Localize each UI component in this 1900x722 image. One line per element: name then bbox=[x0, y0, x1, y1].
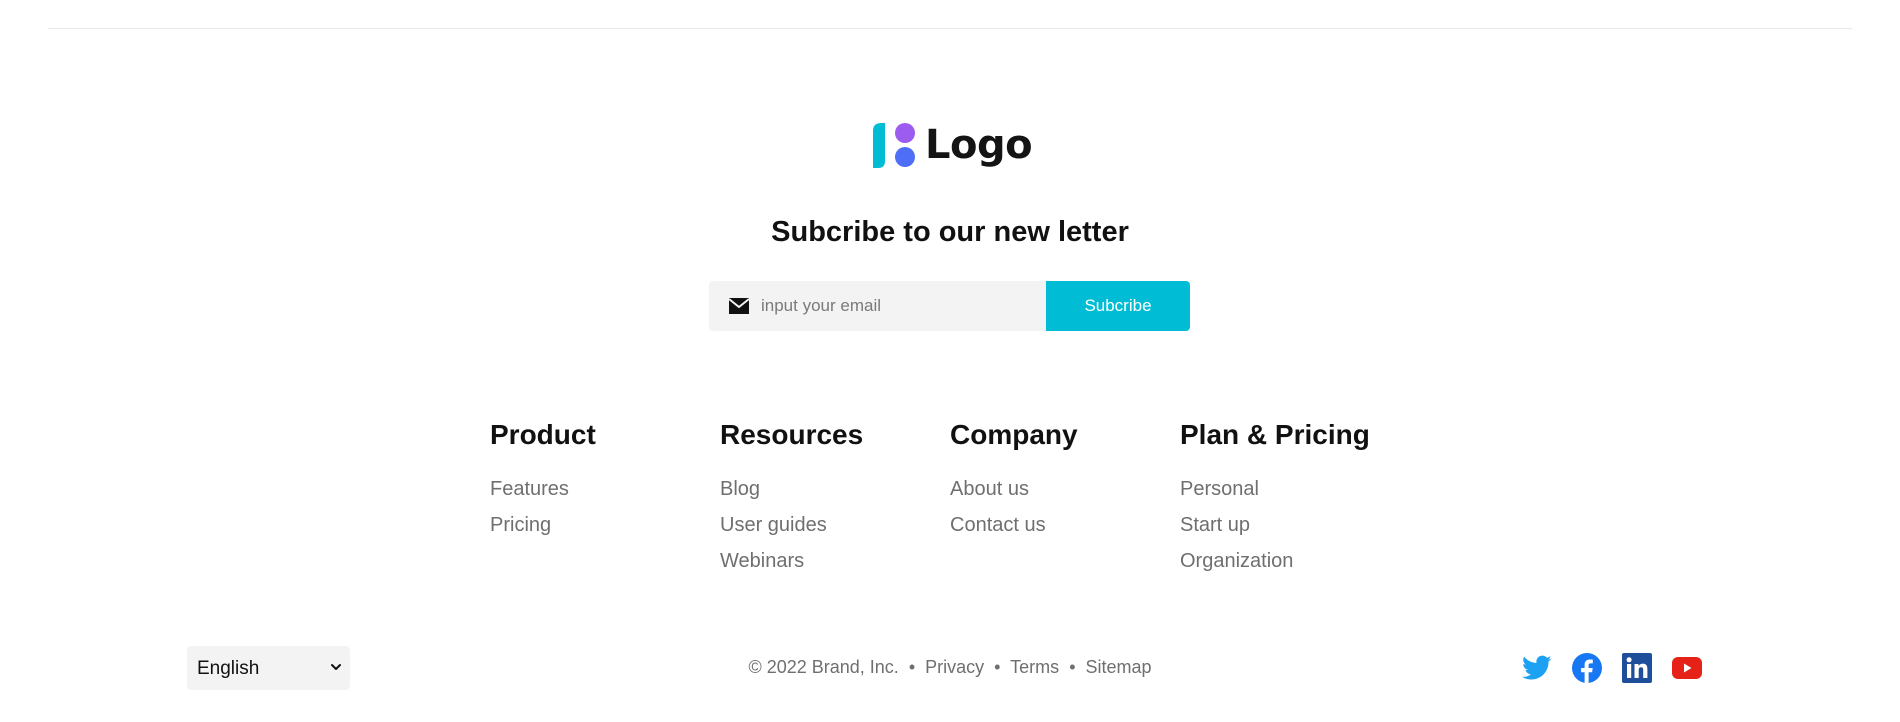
column-plan-pricing: Plan & Pricing Personal Start up Organiz… bbox=[1180, 417, 1410, 579]
column-company: Company About us Contact us bbox=[950, 417, 1180, 579]
copyright-text: © 2022 Brand, Inc. bbox=[748, 657, 899, 677]
footer-link-columns: Product Features Pricing Resources Blog … bbox=[490, 417, 1410, 579]
top-divider bbox=[48, 28, 1852, 29]
column-heading: Product bbox=[490, 419, 596, 450]
sitemap-link[interactable]: Sitemap bbox=[1086, 657, 1152, 677]
footer-link-user-guides[interactable]: User guides bbox=[720, 507, 950, 543]
separator: • bbox=[1069, 657, 1076, 677]
separator: • bbox=[908, 657, 916, 677]
privacy-link[interactable]: Privacy bbox=[925, 657, 984, 677]
footer-link-start-up[interactable]: Start up bbox=[1180, 507, 1410, 543]
column-heading: Plan & Pricing bbox=[1180, 419, 1370, 450]
subscribe-form: Subcribe bbox=[709, 281, 1190, 331]
linkedin-icon[interactable] bbox=[1622, 653, 1652, 683]
logo-mark-icon bbox=[873, 123, 915, 168]
twitter-icon[interactable] bbox=[1522, 653, 1552, 683]
column-resources: Resources Blog User guides Webinars bbox=[720, 417, 950, 579]
facebook-icon[interactable] bbox=[1572, 653, 1602, 683]
footer-link-blog[interactable]: Blog bbox=[720, 471, 950, 507]
email-input[interactable] bbox=[761, 296, 1021, 316]
youtube-icon[interactable] bbox=[1672, 653, 1702, 683]
footer-link-webinars[interactable]: Webinars bbox=[720, 543, 950, 579]
subscribe-button[interactable]: Subcribe bbox=[1046, 281, 1190, 331]
footer-link-personal[interactable]: Personal bbox=[1180, 471, 1410, 507]
social-links bbox=[1522, 653, 1702, 683]
logo-text: Logo bbox=[925, 122, 1033, 168]
column-product: Product Features Pricing bbox=[490, 417, 720, 579]
footer-link-pricing[interactable]: Pricing bbox=[490, 507, 720, 543]
footer-link-contact-us[interactable]: Contact us bbox=[950, 507, 1180, 543]
footer-link-about-us[interactable]: About us bbox=[950, 471, 1180, 507]
terms-link[interactable]: Terms bbox=[1010, 657, 1059, 677]
email-field-wrapper bbox=[709, 281, 1046, 331]
brand-logo[interactable]: Logo bbox=[869, 121, 1033, 169]
column-heading: Resources bbox=[720, 419, 864, 450]
newsletter-title: Subcribe to our new letter bbox=[771, 216, 1129, 248]
separator: • bbox=[994, 657, 1001, 677]
column-heading: Company bbox=[950, 419, 1078, 450]
footer-link-features[interactable]: Features bbox=[490, 471, 720, 507]
mail-icon bbox=[729, 298, 749, 314]
footer-link-organization[interactable]: Organization bbox=[1180, 543, 1410, 579]
